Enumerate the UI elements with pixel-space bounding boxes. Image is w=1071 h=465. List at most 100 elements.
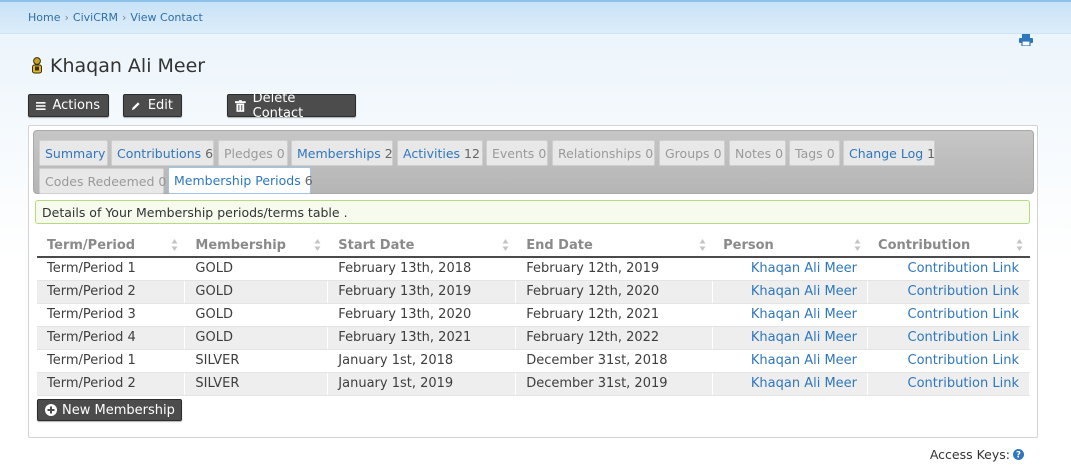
column-header-label: Person — [723, 238, 774, 253]
edit-button-label: Edit — [147, 98, 173, 113]
help-icon[interactable]: ? — [1013, 449, 1024, 460]
tab-count: 6 — [205, 145, 214, 161]
tab-pledges: Pledges 0 — [218, 140, 288, 166]
breadcrumb-home[interactable]: Home — [28, 11, 60, 24]
tab-label: Membership Periods — [174, 173, 301, 188]
cell-start-date: January 1st, 2019 — [327, 372, 517, 396]
table-row: Term/Period 1 SILVER January 1st, 2018 D… — [37, 349, 1030, 373]
tab-codes-redeemed: Codes Redeemed 0 — [39, 168, 167, 194]
delete-contact-button-label: Delete Contact — [252, 90, 304, 121]
access-keys-label: Access Keys: — [929, 447, 1010, 462]
person-icon — [32, 57, 42, 74]
sort-icon — [854, 239, 861, 251]
tab-label: Memberships — [297, 145, 381, 161]
column-header-label: Term/Period — [47, 238, 136, 253]
table-row: Term/Period 1 GOLD February 13th, 2018 F… — [37, 257, 1030, 281]
sort-icon — [171, 239, 178, 251]
tab-count: 0 — [645, 145, 654, 161]
actions-button-label: Actions — [52, 98, 101, 113]
column-header-term-period[interactable]: Term/Period — [37, 235, 186, 258]
person-link[interactable]: Khaqan Ali Meer — [712, 326, 869, 350]
cell-end-date: February 12th, 2022 — [515, 326, 714, 350]
actions-button[interactable]: Actions — [28, 94, 109, 117]
edit-button[interactable]: Edit — [123, 94, 182, 117]
tab-label: Notes — [735, 145, 772, 161]
sort-icon — [699, 239, 706, 251]
tab-label: Codes Redeemed — [45, 173, 155, 189]
cell-start-date: February 13th, 2021 — [327, 326, 517, 350]
tab-label: Change Log — [849, 145, 924, 161]
cell-membership: SILVER — [184, 372, 329, 396]
column-header-person[interactable]: Person — [712, 235, 869, 258]
column-header-end-date[interactable]: End Date — [515, 235, 714, 258]
person-link[interactable]: Khaqan Ali Meer — [712, 349, 869, 373]
column-header-start-date[interactable]: Start Date — [327, 235, 517, 258]
tab-count: 6 — [304, 173, 313, 188]
contribution-link[interactable]: Contribution Link — [867, 257, 1030, 281]
tab-label: Pledges — [224, 145, 273, 161]
tab-count: 2 — [384, 145, 393, 161]
cell-term-period: Term/Period 2 — [37, 372, 186, 396]
cell-term-period: Term/Period 1 — [37, 257, 186, 281]
table-row: Term/Period 3 GOLD February 13th, 2020 F… — [37, 303, 1030, 327]
contact-tabs-panel: Summary Contributions 6 Pledges 0 Membersh… — [28, 125, 1038, 438]
new-membership-button-label: New Membership — [62, 402, 175, 418]
membership-periods-table: Term/Period Membership Start Date End Da… — [37, 235, 1030, 396]
tab-count: 1 — [927, 145, 936, 161]
sort-icon — [502, 239, 509, 251]
contribution-link[interactable]: Contribution Link — [867, 326, 1030, 350]
cell-membership: GOLD — [184, 326, 329, 350]
table-header-row: Term/Period Membership Start Date End Da… — [37, 235, 1030, 258]
tab-memberships[interactable]: Memberships 2 — [291, 140, 393, 166]
plus-circle-icon — [45, 404, 57, 416]
tab-label: Tags — [795, 145, 823, 161]
cell-term-period: Term/Period 4 — [37, 326, 186, 350]
breadcrumb-separator: › — [122, 11, 127, 24]
contribution-link[interactable]: Contribution Link — [867, 349, 1030, 373]
cell-end-date: December 31st, 2019 — [515, 372, 714, 396]
cell-term-period: Term/Period 1 — [37, 349, 186, 373]
top-bar: Home › CiviCRM › View Contact — [0, 0, 1071, 34]
tab-count: 0 — [158, 173, 167, 189]
cell-term-period: Term/Period 2 — [37, 280, 186, 304]
column-header-contribution[interactable]: Contribution — [867, 235, 1030, 258]
tab-label: Contributions — [117, 145, 202, 161]
print-icon[interactable] — [1019, 34, 1033, 46]
contact-header: Khaqan Ali Meer — [30, 55, 205, 77]
tab-notes: Notes 0 — [729, 140, 786, 166]
person-link[interactable]: Khaqan Ali Meer — [712, 303, 869, 327]
access-keys[interactable]: Access Keys: ? — [930, 447, 1024, 462]
tab-activities[interactable]: Activities 12 — [397, 140, 483, 166]
person-link[interactable]: Khaqan Ali Meer — [712, 280, 869, 304]
contribution-link[interactable]: Contribution Link — [867, 280, 1030, 304]
column-header-membership[interactable]: Membership — [184, 235, 329, 258]
hamburger-icon — [36, 101, 46, 110]
page-title: Khaqan Ali Meer — [50, 55, 206, 77]
tab-label: Summary — [45, 145, 106, 161]
tab-count: 0 — [276, 145, 285, 161]
tab-label: Relationships — [558, 145, 642, 161]
tab-events: Events 0 — [486, 140, 548, 166]
new-membership-button[interactable]: New Membership — [37, 399, 182, 421]
tab-summary[interactable]: Summary — [39, 140, 108, 166]
breadcrumb-view-contact[interactable]: View Contact — [130, 11, 202, 24]
tab-count: 0 — [538, 145, 547, 161]
cell-end-date: February 12th, 2021 — [515, 303, 714, 327]
breadcrumb: Home › CiviCRM › View Contact — [28, 11, 203, 24]
tab-membership-periods[interactable]: Membership Periods 6 — [168, 167, 313, 194]
tab-contributions[interactable]: Contributions 6 — [111, 140, 214, 166]
delete-contact-button[interactable]: Delete Contact — [227, 91, 356, 121]
cell-end-date: February 12th, 2020 — [515, 280, 714, 304]
person-link[interactable]: Khaqan Ali Meer — [712, 372, 869, 396]
tab-change-log[interactable]: Change Log 1 — [843, 140, 935, 166]
person-link[interactable]: Khaqan Ali Meer — [712, 257, 869, 281]
column-header-label: Contribution — [878, 238, 971, 253]
contribution-link[interactable]: Contribution Link — [867, 372, 1030, 396]
cell-term-period: Term/Period 3 — [37, 303, 186, 327]
breadcrumb-separator: › — [64, 11, 69, 24]
tab-relationships: Relationships 0 — [552, 140, 655, 166]
cell-end-date: December 31st, 2018 — [515, 349, 714, 373]
cell-start-date: January 1st, 2018 — [327, 349, 517, 373]
breadcrumb-civicrm[interactable]: CiviCRM — [73, 11, 118, 24]
contribution-link[interactable]: Contribution Link — [867, 303, 1030, 327]
